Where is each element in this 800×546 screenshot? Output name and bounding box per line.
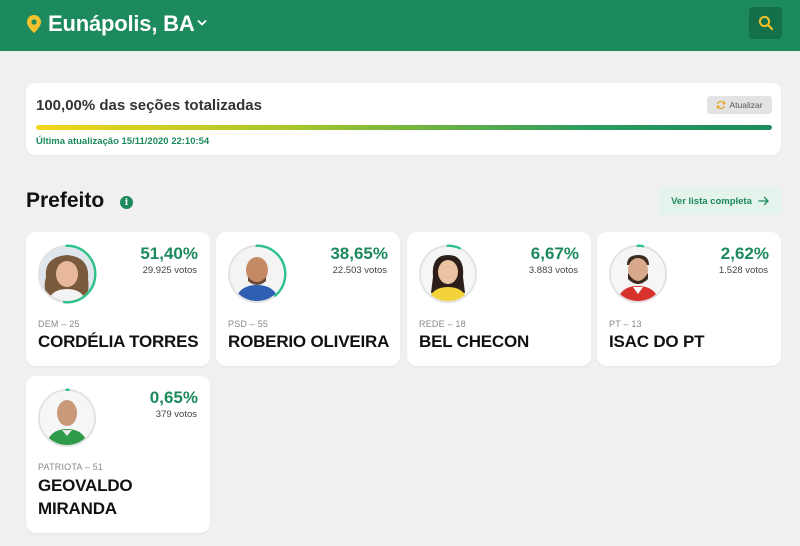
progress-fill	[36, 125, 772, 130]
candidate-avatar	[417, 243, 479, 305]
party-number: PT – 13	[609, 319, 642, 329]
candidate-avatar	[36, 387, 98, 449]
candidate-card[interactable]: 38,65% 22.503 votos PSD – 55 ROBERIO OLIVEI…	[216, 232, 400, 366]
candidate-avatar	[226, 243, 288, 305]
info-icon[interactable]: i	[120, 196, 133, 209]
full-list-button[interactable]: Ver lista completa	[659, 187, 782, 215]
candidate-name: ROBERIO OLIVEIRA	[228, 332, 390, 351]
vote-percentage: 0,65%	[149, 388, 198, 407]
party-number: PSD – 55	[228, 319, 269, 329]
candidate-photo	[230, 247, 284, 301]
section-title: Prefeito	[26, 189, 105, 212]
last-update: Última atualização 15/11/2020 22:10:54	[36, 136, 210, 147]
refresh-icon	[717, 100, 726, 110]
candidate-photo	[611, 247, 665, 301]
party-number: REDE – 18	[419, 319, 466, 329]
candidate-avatar	[607, 243, 669, 305]
candidate-photo	[40, 247, 94, 301]
candidate-photo	[421, 247, 475, 301]
candidate-name: ISAC DO PT	[609, 332, 705, 351]
top-bar: Eunápolis, BA	[0, 0, 800, 51]
vote-count: 3.883 votos	[528, 265, 578, 276]
candidate-card[interactable]: 2,62% 1.528 votos PT – 13 ISAC DO PT	[597, 232, 781, 366]
vote-count: 22.503 votos	[332, 265, 387, 276]
vote-percentage: 2,62%	[720, 244, 769, 263]
candidate-card[interactable]: 0,65% 379 votos PATRIOTA – 51 GEOVALDO MIRA…	[26, 376, 210, 533]
search-button[interactable]	[749, 7, 782, 39]
sections-status-text: 100,00% das seções totalizadas	[36, 97, 262, 114]
refresh-label: Atualizar	[729, 100, 763, 110]
vote-count: 379 votos	[155, 409, 197, 420]
vote-count: 29.925 votos	[142, 265, 197, 276]
candidate-name: CORDÉLIA TORRES	[38, 332, 199, 351]
candidate-card[interactable]: 6,67% 3.883 votos REDE – 18 BEL CHECON	[407, 232, 591, 366]
vote-count: 1.528 votos	[718, 265, 768, 276]
vote-percentage: 6,67%	[530, 244, 579, 263]
candidate-name: GEOVALDO MIRANDA	[38, 476, 133, 518]
candidate-card[interactable]: 51,40% 29.925 votos DEM – 25 CORDÉLIA TORRE…	[26, 232, 210, 366]
candidate-avatar	[36, 243, 98, 305]
search-icon	[758, 15, 773, 31]
vote-percentage: 38,65%	[330, 244, 388, 263]
candidate-photo	[40, 391, 94, 445]
totalization-progress	[36, 125, 772, 130]
city-selector[interactable]: Eunápolis, BA	[48, 11, 195, 37]
refresh-button[interactable]: Atualizar	[707, 96, 772, 114]
full-list-label: Ver lista completa	[671, 195, 752, 207]
vote-percentage: 51,40%	[140, 244, 198, 263]
candidate-name: BEL CHECON	[419, 332, 530, 351]
party-number: DEM – 25	[38, 319, 80, 329]
party-number: PATRIOTA – 51	[38, 462, 104, 472]
arrow-right-icon	[758, 196, 769, 206]
totalization-card: 100,00% das seções totalizadas Atualizar…	[26, 83, 781, 155]
location-pin-icon	[27, 15, 41, 33]
chevron-down-icon[interactable]	[196, 17, 208, 29]
